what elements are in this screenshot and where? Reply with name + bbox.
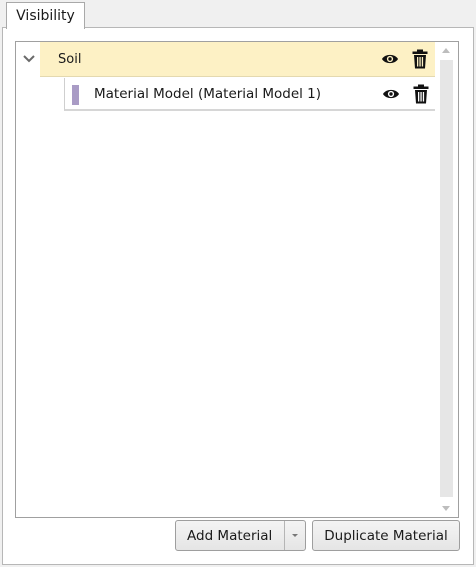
tree-row-soil[interactable]: Soil <box>40 42 436 77</box>
duplicate-material-label: Duplicate Material <box>324 527 448 544</box>
material-color-swatch <box>72 85 79 105</box>
eye-icon[interactable] <box>381 84 401 104</box>
trash-icon[interactable] <box>411 84 431 104</box>
tree-row-material-model[interactable]: Material Model (Material Model 1) <box>64 78 436 111</box>
tree-row-material-model-label: Material Model (Material Model 1) <box>94 85 322 102</box>
add-material-dropdown[interactable] <box>284 521 305 550</box>
add-material-label: Add Material <box>187 527 273 544</box>
trash-icon[interactable] <box>410 49 430 69</box>
duplicate-material-button[interactable]: Duplicate Material <box>312 520 460 551</box>
tab-visibility-label: Visibility <box>16 8 75 24</box>
vertical-scrollbar[interactable] <box>435 42 458 517</box>
tree-row-soil-label: Soil <box>58 52 82 67</box>
material-tree: Soil Material Model (Material Model 1) <box>15 41 459 518</box>
tab-visibility[interactable]: Visibility <box>6 2 85 29</box>
chevron-down-icon[interactable] <box>21 51 37 67</box>
scroll-down-icon[interactable] <box>442 506 450 511</box>
scrollbar-track[interactable] <box>440 60 453 497</box>
scroll-up-icon[interactable] <box>442 48 450 53</box>
eye-icon[interactable] <box>380 49 400 69</box>
add-material-button[interactable]: Add Material <box>175 520 306 551</box>
chevron-down-icon <box>292 534 298 537</box>
